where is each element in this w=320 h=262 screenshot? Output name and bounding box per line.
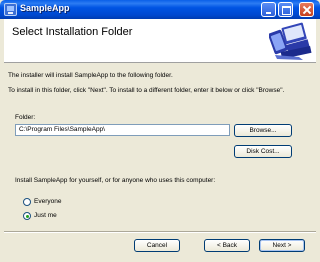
instructions-text: To install in this folder, click "Next".… bbox=[8, 87, 285, 94]
just-me-radio[interactable] bbox=[23, 212, 31, 220]
next-button[interactable]: Next > bbox=[259, 239, 305, 252]
maximize-button[interactable] bbox=[278, 2, 293, 17]
window-title: SampleApp bbox=[20, 3, 70, 13]
footer-divider bbox=[4, 231, 316, 233]
folder-input[interactable]: C:\Program Files\SampleApp\ bbox=[15, 124, 230, 136]
intro-text: The installer will install SampleApp to … bbox=[8, 72, 173, 79]
close-button[interactable] bbox=[299, 2, 314, 17]
browse-button[interactable]: Browse... bbox=[234, 124, 292, 137]
minimize-button[interactable] bbox=[261, 2, 276, 17]
cancel-button[interactable]: Cancel bbox=[134, 239, 180, 252]
disk-cost-button[interactable]: Disk Cost... bbox=[234, 145, 292, 158]
title-bar[interactable]: SampleApp bbox=[0, 0, 320, 19]
header-banner: Select Installation Folder bbox=[4, 19, 316, 63]
folder-label: Folder: bbox=[15, 114, 36, 121]
install-for-label: Install SampleApp for yourself, or for a… bbox=[15, 177, 216, 184]
computer-install-icon bbox=[269, 21, 313, 61]
back-button[interactable]: < Back bbox=[204, 239, 250, 252]
installer-window: SampleApp Select Installation Folder The… bbox=[0, 0, 320, 262]
app-icon bbox=[4, 3, 17, 16]
everyone-radio[interactable] bbox=[23, 198, 31, 206]
page-title: Select Installation Folder bbox=[12, 26, 133, 38]
everyone-label[interactable]: Everyone bbox=[34, 198, 61, 205]
just-me-label[interactable]: Just me bbox=[34, 212, 57, 219]
